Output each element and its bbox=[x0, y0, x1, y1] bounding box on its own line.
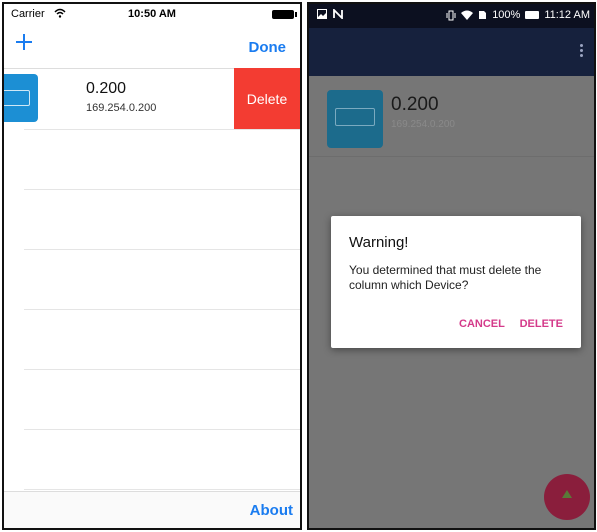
more-options-icon[interactable] bbox=[580, 42, 584, 60]
screenshot-comparison: Carrier 10:50 AM Done 0.200 169.254.0.20… bbox=[0, 0, 597, 532]
image-notification-icon bbox=[317, 9, 327, 19]
status-time: 11:12 AM bbox=[544, 9, 590, 21]
row-separator bbox=[24, 489, 300, 490]
row-separator bbox=[24, 309, 300, 310]
ios-bottom-bar: About bbox=[4, 491, 300, 528]
battery-percent: 100% bbox=[492, 9, 521, 21]
device-row[interactable]: 0.200 169.254.0.200 Delete bbox=[4, 68, 300, 130]
battery-icon bbox=[525, 11, 540, 19]
n-notification-icon bbox=[333, 9, 343, 19]
device-ip: 169.254.0.200 bbox=[86, 102, 157, 114]
warning-dialog: Warning! You determined that must delete… bbox=[331, 216, 581, 348]
wifi-icon bbox=[461, 10, 474, 20]
status-time: 10:50 AM bbox=[128, 8, 176, 20]
dialog-message: You determined that must delete the colu… bbox=[349, 263, 542, 292]
ios-nav-bar: Done bbox=[4, 24, 300, 69]
about-button[interactable]: About bbox=[250, 502, 293, 519]
device-name: 0.200 bbox=[86, 80, 127, 97]
fab-button[interactable] bbox=[544, 474, 590, 520]
device-ip: 169.254.0.200 bbox=[391, 119, 455, 130]
android-toolbar bbox=[309, 28, 594, 76]
device-name: 0.200 bbox=[391, 94, 439, 115]
android-screen: 100% 11:12 AM 0.200 169.254.0.200 Warnin… bbox=[307, 2, 596, 530]
add-icon[interactable] bbox=[14, 32, 34, 52]
list-divider bbox=[309, 156, 594, 157]
row-separator bbox=[24, 189, 300, 190]
device-thumbnail bbox=[4, 74, 38, 122]
cancel-button[interactable]: CANCEL bbox=[459, 318, 505, 330]
android-status-bar: 100% 11:12 AM bbox=[309, 4, 594, 28]
battery-icon bbox=[272, 10, 297, 19]
ios-screen: Carrier 10:50 AM Done 0.200 169.254.0.20… bbox=[2, 2, 302, 530]
row-separator bbox=[24, 429, 300, 430]
row-separator bbox=[24, 249, 300, 250]
row-separator bbox=[24, 369, 300, 370]
device-thumbnail bbox=[327, 90, 383, 148]
done-button[interactable]: Done bbox=[249, 39, 287, 56]
no-sim-icon bbox=[479, 11, 487, 19]
delete-button[interactable]: DELETE bbox=[520, 318, 563, 330]
vibrate-icon bbox=[446, 10, 456, 20]
delete-button[interactable]: Delete bbox=[234, 68, 300, 130]
row-separator bbox=[24, 129, 300, 130]
dialog-title: Warning! bbox=[349, 234, 409, 251]
ios-status-bar: Carrier 10:50 AM bbox=[4, 4, 300, 24]
